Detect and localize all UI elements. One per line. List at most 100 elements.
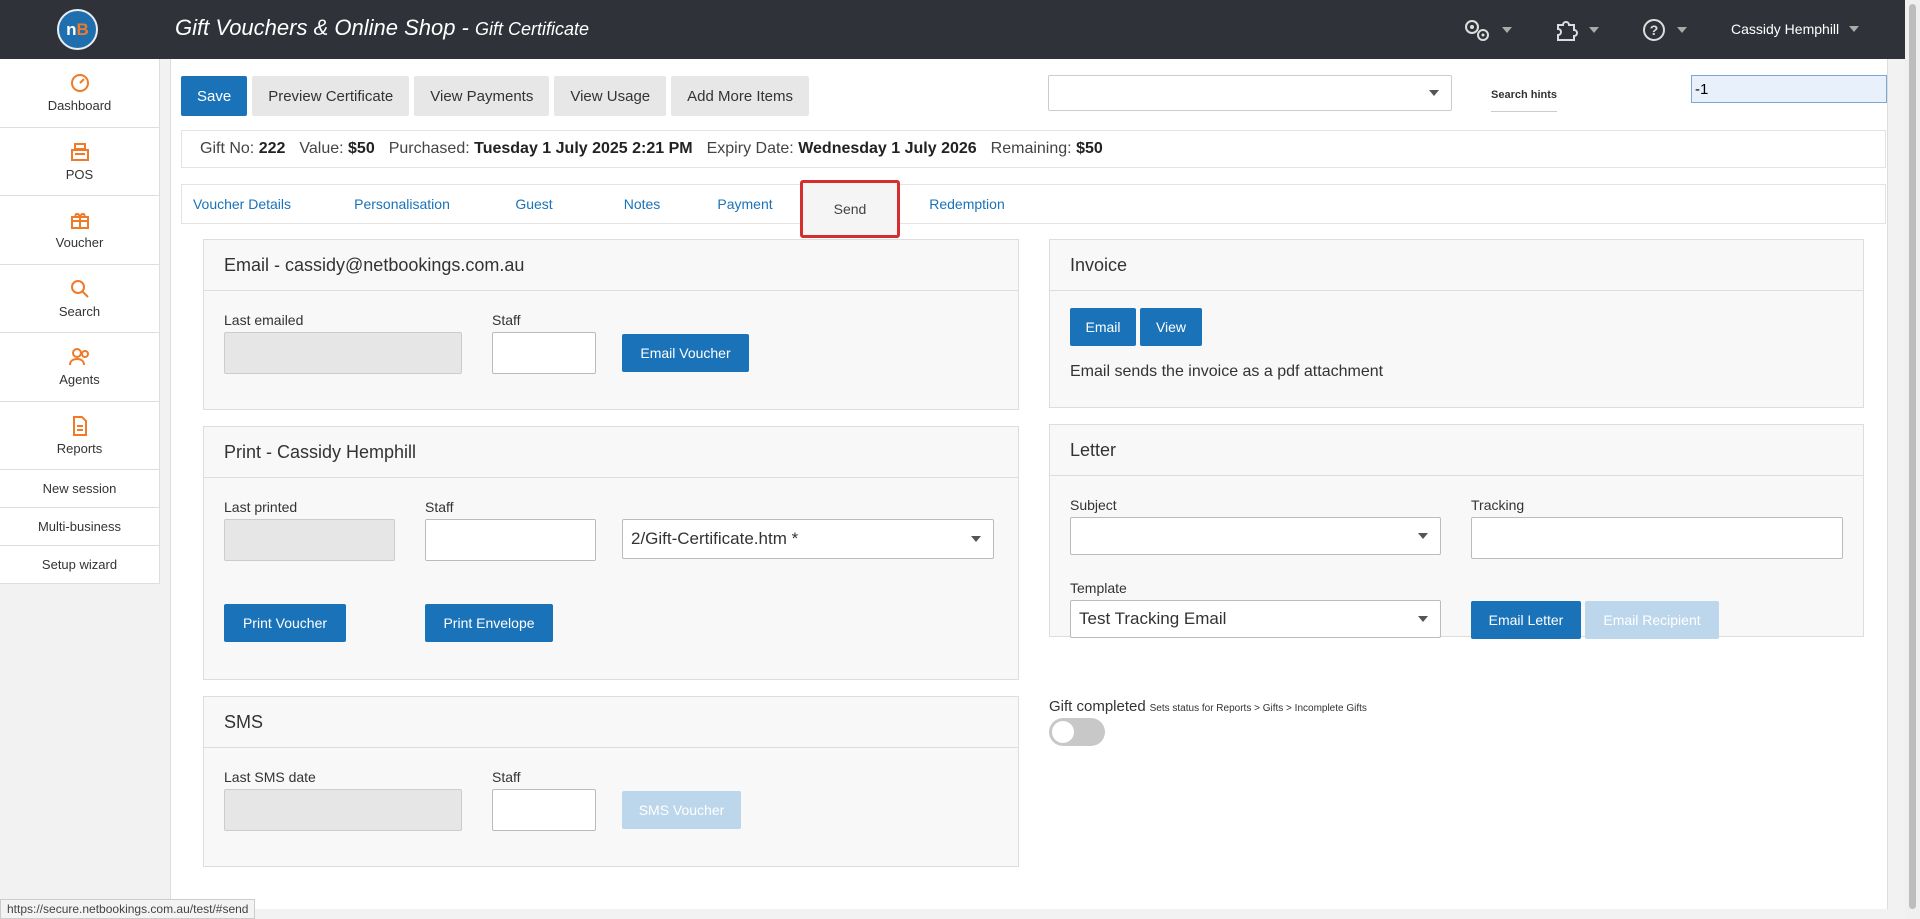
letter-template-select[interactable]: Test Tracking Email [1070,600,1441,638]
app-title: Gift Vouchers & Online Shop - Gift Certi… [175,15,590,40]
scrollbar-thumb[interactable] [1909,4,1916,909]
sidebar-item-search[interactable]: Search [0,265,159,333]
subject-select[interactable] [1070,517,1441,555]
puzzle-icon [1557,21,1578,41]
help-menu[interactable]: ? [1641,16,1687,44]
user-menu[interactable]: Cassidy Hemphill [1731,21,1860,37]
template-label: Template [1070,580,1127,596]
save-button[interactable]: Save [181,76,248,116]
gift-completed-toggle[interactable] [1049,718,1105,746]
sidebar-item-voucher[interactable]: Voucher [0,196,159,265]
sidebar-item-agents[interactable]: Agents [0,333,159,402]
top-bar: nB Gift Vouchers & Online Shop - Gift Ce… [0,0,1920,59]
print-staff-input[interactable] [425,519,596,561]
sms-staff-input[interactable] [492,789,596,831]
email-staff-label: Staff [492,312,521,328]
app-logo[interactable]: nB [57,9,98,50]
sidebar-item-label: Voucher [55,235,104,251]
chevron-down-icon [1849,26,1860,32]
status-bar-url: https://secure.netbookings.com.au/test/#… [0,899,256,919]
chevron-down-icon [1502,27,1512,33]
tab-redemption[interactable]: Redemption [922,185,1012,223]
tab-send[interactable]: Send [800,180,900,238]
email-voucher-button[interactable]: Email Voucher [622,334,749,372]
print-envelope-button[interactable]: Print Envelope [425,604,553,642]
chevron-down-icon [1677,27,1687,33]
top-select[interactable] [1048,75,1452,111]
last-sms-field [224,789,462,831]
sidebar-item-label: Dashboard [47,98,112,114]
email-staff-input[interactable] [492,332,596,374]
search-icon [70,279,89,298]
last-printed-label: Last printed [224,499,298,515]
print-staff-label: Staff [425,499,454,515]
toolbar: Save Preview Certificate View Payments V… [181,76,810,116]
last-sms-label: Last SMS date [224,769,316,785]
tab-notes[interactable]: Notes [612,185,672,223]
preview-certificate-button[interactable]: Preview Certificate [252,76,410,116]
email-recipient-button[interactable]: Email Recipient [1585,601,1719,639]
sidebar-item-label: Search [58,303,101,319]
tab-payment[interactable]: Payment [710,185,780,223]
letter-card: Letter Subject Tracking Template Test Tr… [1049,424,1864,639]
tracking-label: Tracking [1471,497,1525,513]
gift-info-bar: Gift No: 222 Value: $50 Purchased: Tuesd… [181,130,1886,168]
tab-bar: Voucher Details Personalisation Guest No… [181,180,1886,238]
last-emailed-label: Last emailed [224,312,304,328]
invoice-card-title: Invoice [1050,240,1863,291]
invoice-note: Email sends the invoice as a pdf attachm… [1070,363,1384,380]
sidebar-item-dashboard[interactable]: Dashboard [0,59,159,128]
settings-menu[interactable] [1462,16,1512,44]
sidebar-item-label: Reports [56,440,103,456]
svg-text:?: ? [1650,22,1659,38]
tab-guest[interactable]: Guest [504,185,564,223]
letter-card-title: Letter [1050,425,1863,476]
email-letter-button[interactable]: Email Letter [1471,601,1581,639]
print-template-select[interactable]: 2/Gift-Certificate.htm * [622,519,994,559]
print-voucher-button[interactable]: Print Voucher [224,604,346,642]
document-icon [72,415,87,436]
print-card: Print - Cassidy Hemphill Last printed St… [203,426,1019,680]
gift-purchased: Purchased: Tuesday 1 July 2025 2:21 PM [388,140,693,157]
help-icon: ? [1643,19,1665,41]
invoice-email-button[interactable]: Email [1070,308,1136,346]
sms-staff-label: Staff [492,769,521,785]
puzzle-menu[interactable] [1553,16,1599,44]
vertical-scrollbar[interactable] [1905,0,1920,919]
sidebar-link-setup-wizard[interactable]: Setup wizard [0,546,159,584]
sms-voucher-button[interactable]: SMS Voucher [622,791,741,829]
dashboard-icon [70,74,89,93]
tab-voucher-details[interactable]: Voucher Details [192,185,292,223]
toggle-knob [1052,721,1074,743]
subject-label: Subject [1070,497,1117,513]
gift-expiry: Expiry Date: Wednesday 1 July 2026 [706,140,977,157]
sidebar-link-multi-business[interactable]: Multi-business [0,508,159,546]
invoice-card: Invoice Email View Email sends the invoi… [1049,239,1864,408]
sidebar-item-label: Agents [59,372,100,388]
view-usage-button[interactable]: View Usage [554,76,667,116]
tracking-input[interactable] [1471,517,1843,559]
gift-icon [70,213,89,230]
chevron-down-icon [1418,616,1428,622]
sidebar: Dashboard POS Voucher Search Agents Repo… [0,59,160,584]
invoice-view-button[interactable]: View [1140,308,1202,346]
print-card-title: Print - Cassidy Hemphill [204,427,1018,478]
view-payments-button[interactable]: View Payments [414,76,550,116]
search-input[interactable] [1691,75,1887,103]
sms-card: SMS Last SMS date Staff SMS Voucher [203,696,1019,867]
last-emailed-field [224,332,462,374]
tab-personalisation[interactable]: Personalisation [352,185,452,223]
email-card-title: Email - cassidy@netbookings.com.au [204,240,1018,291]
gift-number: Gift No: 222 [200,140,286,157]
gift-completed-label: Gift completed [1049,698,1146,715]
main-panel: Save Preview Certificate View Payments V… [170,59,1888,909]
sidebar-link-new-session[interactable]: New session [0,470,159,508]
search-hints-link[interactable]: Search hints [1491,89,1558,112]
settings-gears-icon [1465,20,1489,41]
user-name: Cassidy Hemphill [1731,21,1840,37]
add-more-items-button[interactable]: Add More Items [671,76,810,116]
sidebar-item-pos[interactable]: POS [0,128,159,196]
chevron-down-icon [1589,27,1599,33]
gift-completed-row: Gift completed Sets status for Reports >… [1049,698,1367,715]
sidebar-item-reports[interactable]: Reports [0,402,159,470]
